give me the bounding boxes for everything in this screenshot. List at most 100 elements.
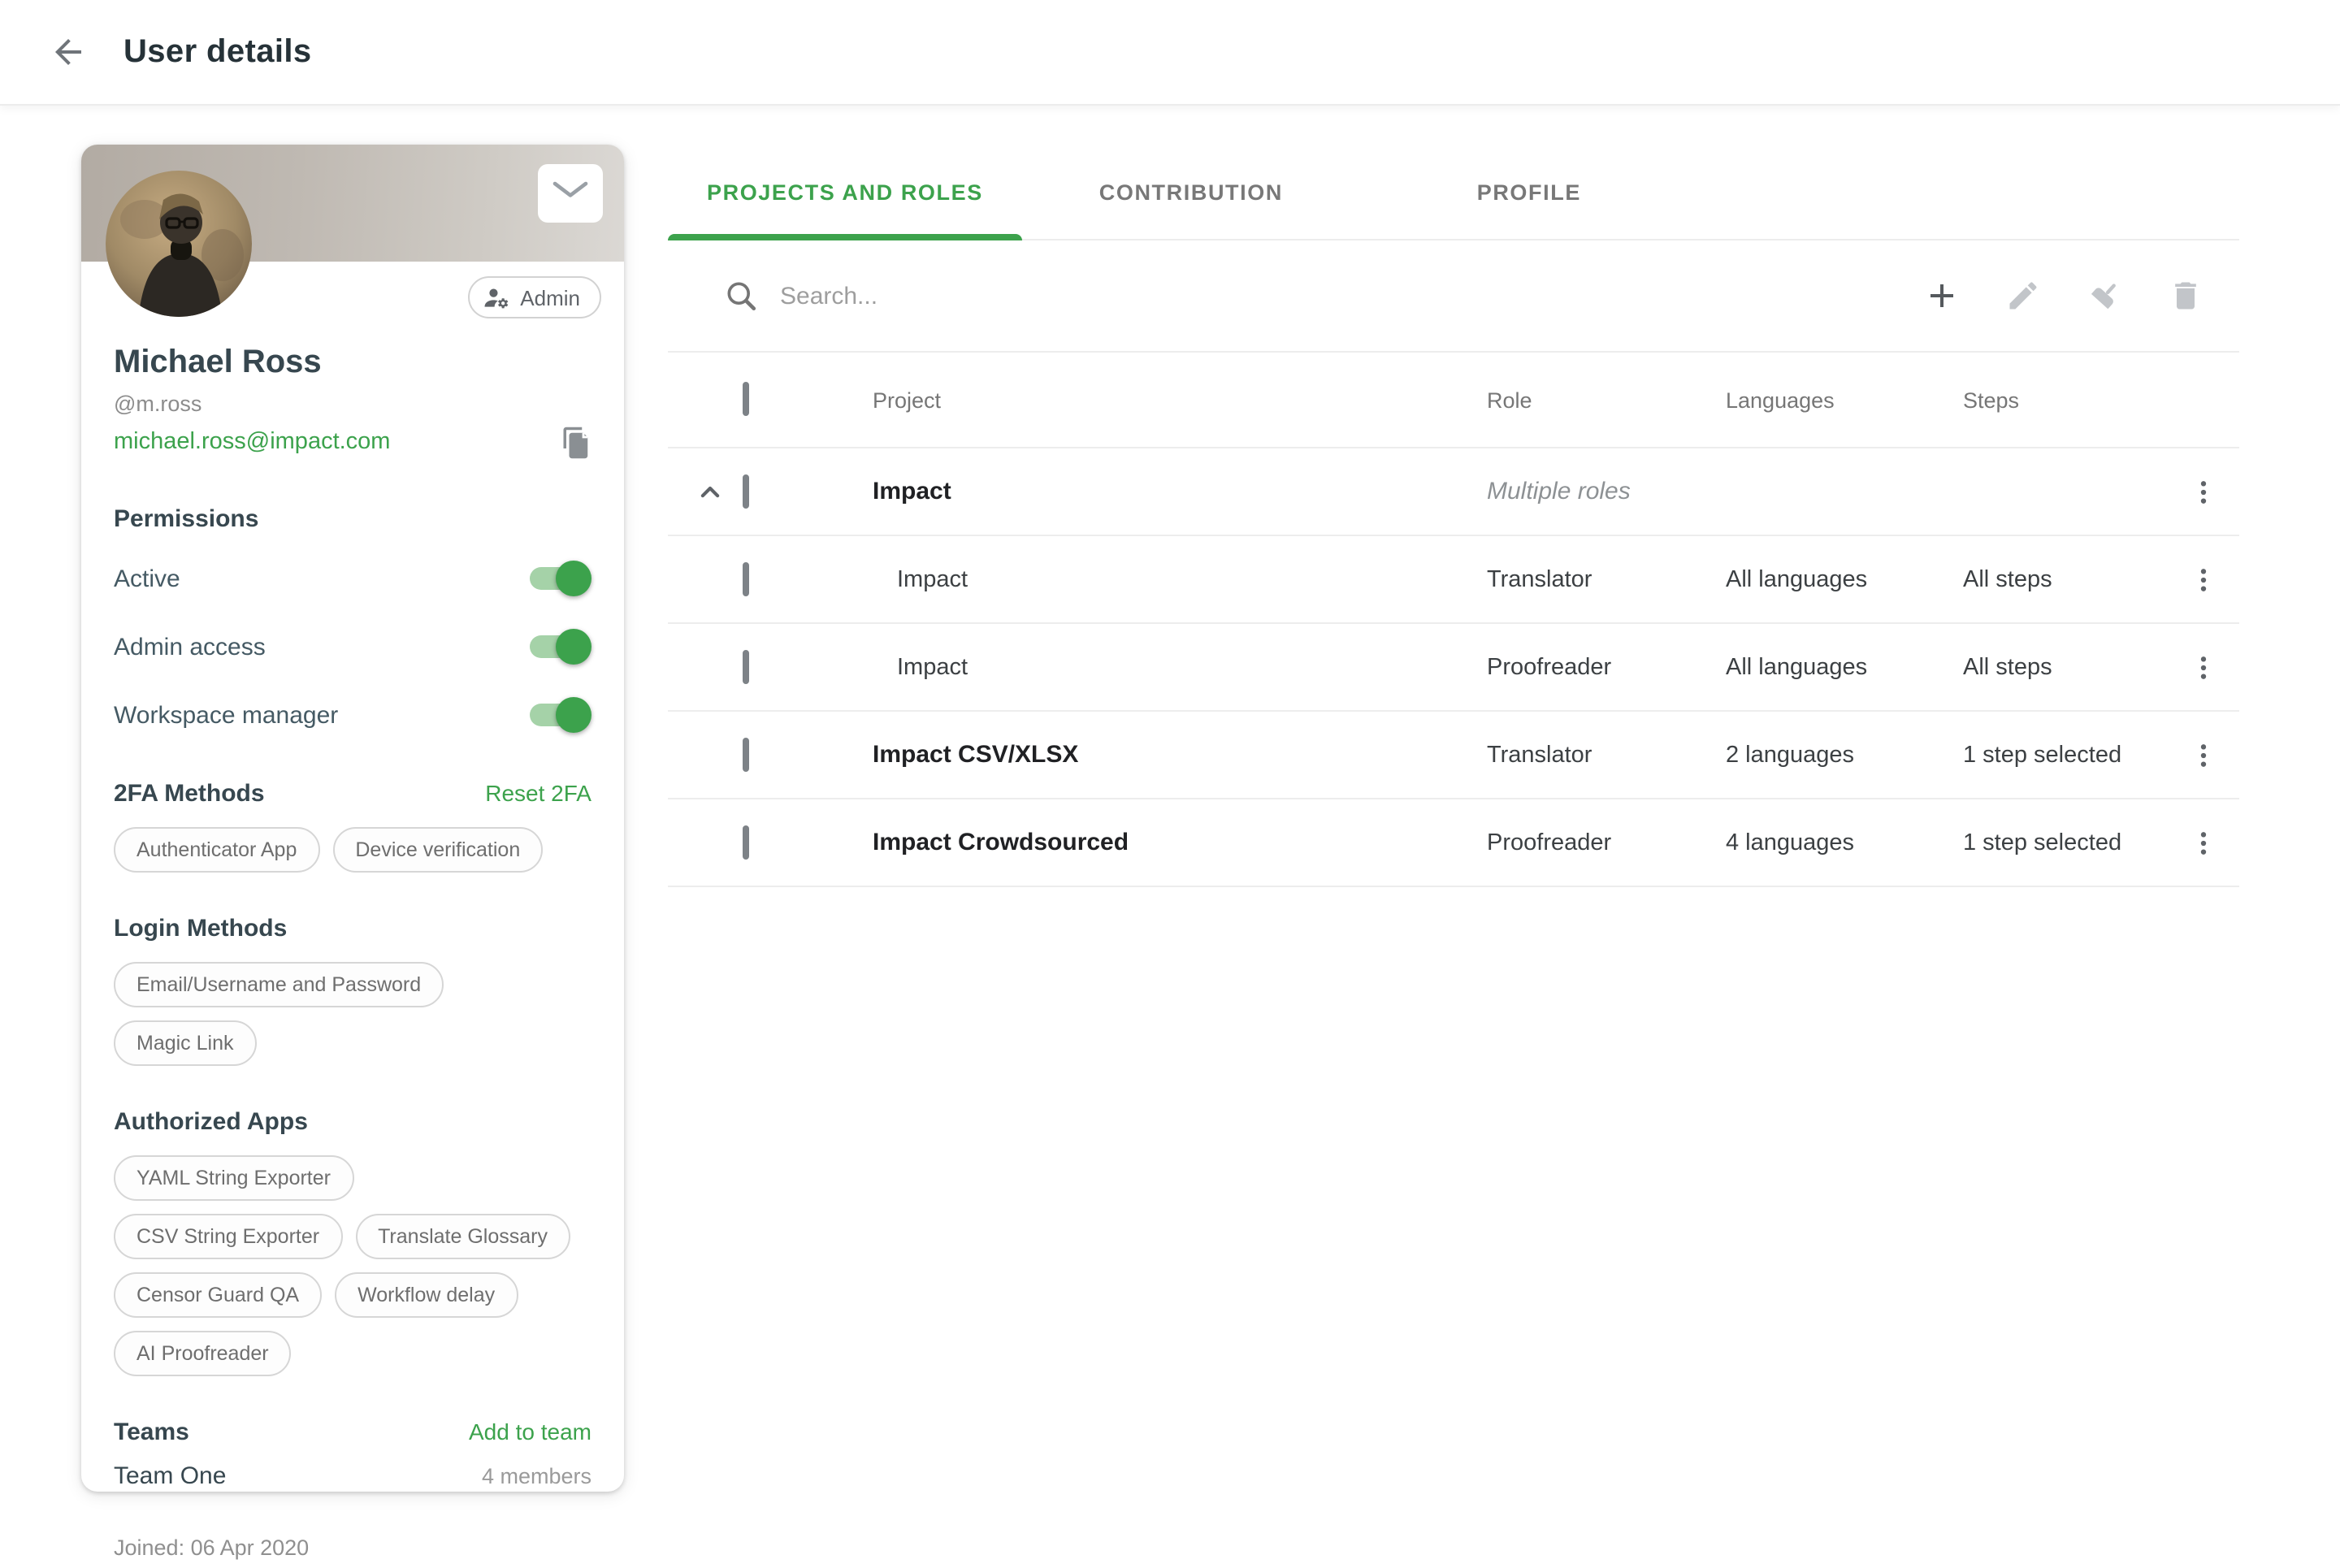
permission-label: Active: [114, 565, 180, 592]
steps-cell: All steps: [1892, 566, 2168, 592]
row-menu-button[interactable]: [2178, 641, 2230, 693]
delete-button[interactable]: [2164, 275, 2207, 317]
row-menu-button[interactable]: [2178, 553, 2230, 605]
authorized-apps-title: Authorized Apps: [114, 1108, 308, 1136]
broom-icon: [2086, 278, 2122, 314]
search-icon: [723, 278, 759, 314]
toggle-knob: [556, 629, 592, 665]
user-email-link[interactable]: michael.ross@impact.com: [114, 429, 390, 455]
row-menu-cell: [2168, 816, 2239, 868]
row-checkbox[interactable]: [743, 474, 749, 508]
kebab-menu-icon: [2187, 475, 2220, 508]
pencil-icon: [2005, 278, 2041, 314]
row-checkbox[interactable]: [743, 649, 749, 683]
row-menu-cell: [2168, 553, 2239, 605]
login-method-chip: Email/Username and Password: [114, 962, 444, 1007]
checkbox-cell: [743, 477, 814, 506]
profile-card: Admin Michael Ross @m.ross michael.ross@…: [81, 145, 624, 1492]
project-cell: Impact CSV/XLSX: [814, 741, 1415, 769]
table-row: ImpactMultiple roles: [668, 448, 2239, 536]
project-cell: Impact Crowdsourced: [814, 829, 1415, 856]
table-body: ImpactMultiple rolesImpactTranslatorAll …: [668, 448, 2239, 887]
row-menu-cell: [2168, 729, 2239, 781]
languages-cell: 4 languages: [1654, 829, 1892, 855]
authorized-app-chip: YAML String Exporter: [114, 1155, 353, 1201]
login-method-chip: Magic Link: [114, 1020, 257, 1066]
column-header-project: Project: [814, 388, 1415, 412]
table-row: ImpactProofreaderAll languagesAll steps: [668, 624, 2239, 712]
row-menu-button[interactable]: [2178, 729, 2230, 781]
expander-cell: [668, 466, 743, 518]
admin-badge-label: Admin: [520, 285, 580, 310]
role-cell: Proofreader: [1415, 829, 1654, 855]
languages-cell: All languages: [1654, 654, 1892, 680]
toggle-admin-access[interactable]: [530, 635, 588, 658]
permission-row: Admin access: [114, 624, 592, 669]
collapse-row-button[interactable]: [684, 466, 736, 518]
row-checkbox[interactable]: [743, 825, 749, 859]
send-email-button[interactable]: [538, 164, 603, 223]
role-cell: Proofreader: [1415, 654, 1654, 680]
toggle-workspace-manager[interactable]: [530, 704, 588, 726]
checkbox-cell: [743, 740, 814, 769]
teams-title: Teams: [114, 1419, 189, 1446]
authorized-app-chip: Censor Guard QA: [114, 1272, 322, 1318]
user-username: @m.ross: [114, 392, 624, 416]
toggle-active[interactable]: [530, 567, 588, 590]
tab-contribution[interactable]: CONTRIBUTION: [1022, 145, 1360, 239]
kebab-menu-icon: [2187, 563, 2220, 596]
user-meta-line: Last activity: 3 days ago: [114, 1564, 592, 1568]
search-input[interactable]: [777, 280, 1466, 311]
row-menu-button[interactable]: [2178, 816, 2230, 868]
project-cell: Impact: [814, 566, 1415, 592]
permission-row: Workspace manager: [114, 692, 592, 738]
edit-button[interactable]: [2002, 275, 2044, 317]
select-all-checkbox[interactable]: [743, 382, 749, 416]
table-toolbar: [668, 240, 2239, 353]
clear-button[interactable]: [2083, 275, 2126, 317]
role-cell: Translator: [1415, 742, 1654, 768]
plus-icon: [1922, 276, 1961, 315]
row-menu-cell: [2168, 641, 2239, 693]
trash-icon: [2168, 278, 2204, 314]
table-row: Impact CSV/XLSXTranslator2 languages1 st…: [668, 712, 2239, 799]
permission-label: Workspace manager: [114, 701, 338, 729]
copy-email-button[interactable]: [556, 421, 598, 463]
tab-profile[interactable]: PROFILE: [1360, 145, 1698, 239]
back-button[interactable]: [42, 26, 94, 78]
envelope-icon: [552, 180, 588, 206]
row-checkbox[interactable]: [743, 737, 749, 771]
toggle-knob: [556, 697, 592, 733]
table-header-row: Project Role Languages Steps: [668, 353, 2239, 448]
kebab-menu-icon: [2187, 651, 2220, 683]
checkbox-cell: [743, 652, 814, 682]
steps-cell: All steps: [1892, 654, 2168, 680]
permission-row: Active: [114, 556, 592, 601]
row-menu-button[interactable]: [2178, 466, 2230, 518]
table-row: Impact CrowdsourcedProofreader4 language…: [668, 799, 2239, 887]
reset-2fa-link[interactable]: Reset 2FA: [485, 780, 592, 806]
toolbar-actions: [1921, 275, 2207, 317]
add-button[interactable]: [1921, 275, 1963, 317]
project-cell: Impact: [814, 478, 1415, 505]
team-row[interactable]: Team One 4 members: [114, 1462, 592, 1490]
add-to-team-link[interactable]: Add to team: [469, 1419, 592, 1445]
login-methods-title: Login Methods: [114, 915, 287, 942]
twofa-chip: Authenticator App: [114, 827, 319, 873]
row-checkbox[interactable]: [743, 561, 749, 596]
checkbox-cell: [743, 565, 814, 594]
chevron-up-icon: [694, 475, 726, 508]
team-name: Team One: [114, 1462, 226, 1490]
checkbox-cell: [743, 828, 814, 857]
kebab-menu-icon: [2187, 739, 2220, 771]
tab-projects-and-roles[interactable]: PROJECTS AND ROLES: [668, 145, 1022, 239]
column-header-languages: Languages: [1654, 388, 1892, 412]
steps-cell: 1 step selected: [1892, 829, 2168, 855]
page-header: User details: [0, 0, 2340, 106]
role-cell: Translator: [1415, 566, 1654, 592]
user-details-page: User details: [0, 0, 2340, 1568]
permissions-title: Permissions: [114, 505, 592, 533]
avatar: [106, 171, 252, 317]
admin-badge: Admin: [468, 276, 601, 318]
arrow-left-icon: [49, 32, 88, 71]
